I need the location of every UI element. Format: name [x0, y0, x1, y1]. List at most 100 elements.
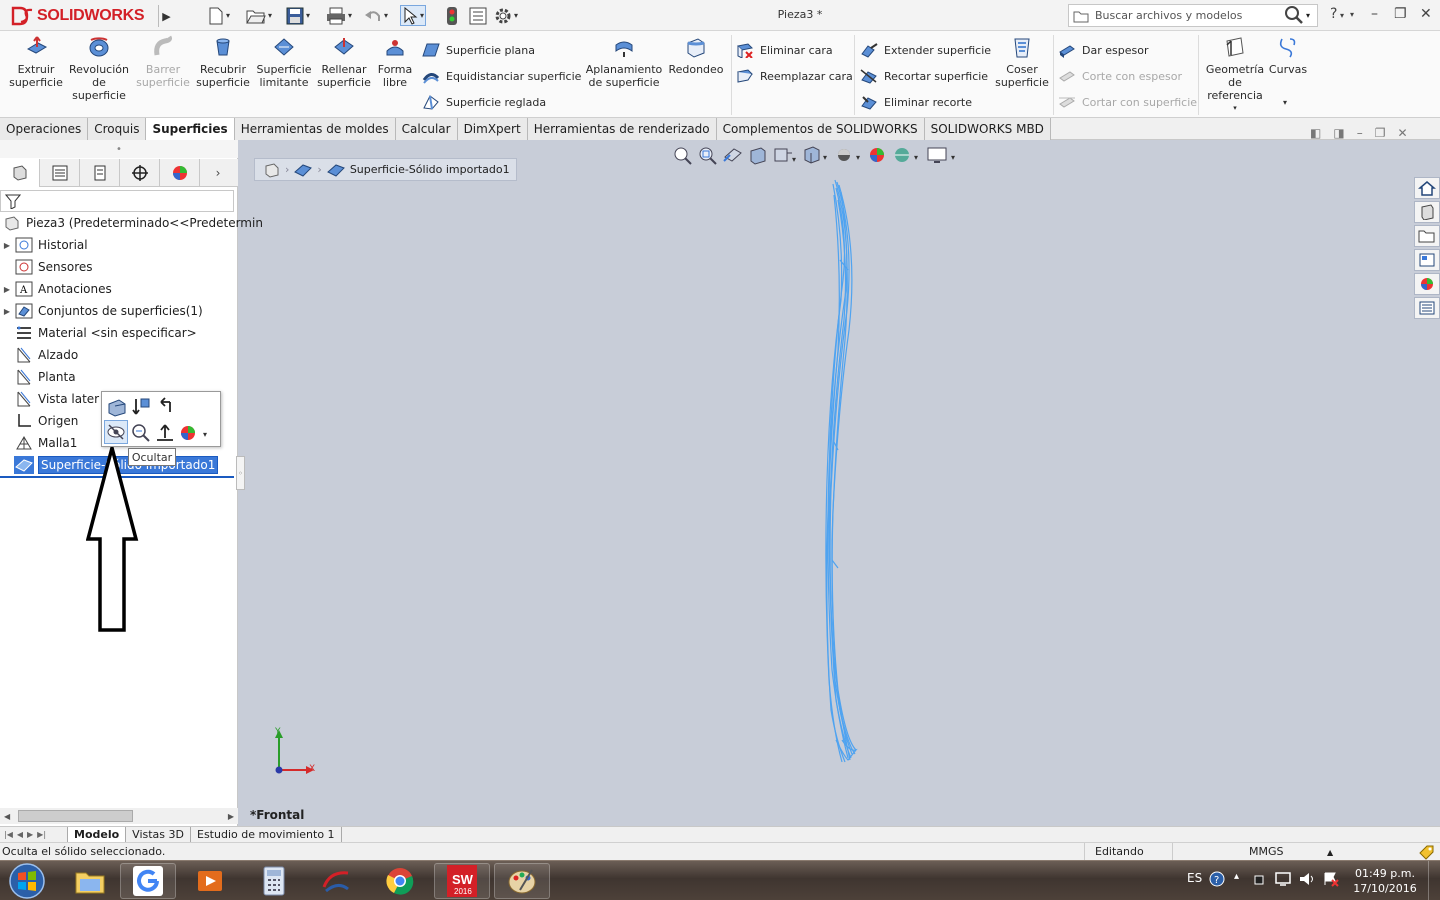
- taskbar-google[interactable]: [120, 863, 176, 899]
- show-desktop-button[interactable]: [1428, 861, 1440, 900]
- minimize-button[interactable]: –: [1371, 6, 1378, 22]
- new-document-button[interactable]: ▾: [208, 5, 230, 26]
- taskbar-calculator[interactable]: [246, 863, 302, 899]
- sweep-surface-button[interactable]: Barrer superficie: [136, 33, 190, 89]
- rollback-icon[interactable]: [154, 396, 176, 418]
- tab-superficies[interactable]: Superficies: [146, 118, 235, 140]
- options-button[interactable]: ▾: [494, 5, 518, 26]
- ribbon-more-arrow-icon[interactable]: ▾: [1283, 98, 1287, 107]
- search-box[interactable]: Buscar archivos y modelos: [1068, 4, 1318, 27]
- surface-cut-button[interactable]: Cortar con superficie: [1058, 91, 1197, 113]
- fillet-button[interactable]: Redondeo: [668, 33, 724, 76]
- apply-scene-icon[interactable]: ▾: [892, 145, 922, 165]
- tree-horizontal-scrollbar[interactable]: ◀ ▶: [0, 808, 238, 824]
- open-button[interactable]: ▾: [246, 5, 272, 26]
- tab-complementos[interactable]: Complementos de SOLIDWORKS: [716, 118, 925, 140]
- file-properties-button[interactable]: [469, 5, 487, 26]
- curves-button[interactable]: Curvas: [1266, 33, 1310, 76]
- taskbar-explorer[interactable]: [62, 863, 118, 899]
- taskbar-solidworks-launcher[interactable]: [308, 863, 364, 899]
- untrim-surface-button[interactable]: Eliminar recorte: [860, 91, 972, 113]
- move-body-icon[interactable]: [130, 396, 152, 418]
- tab-dimxpert[interactable]: DimXpert: [457, 118, 528, 140]
- replace-face-button[interactable]: Reemplazar cara: [736, 65, 853, 87]
- solidworks-logo[interactable]: SOLIDWORKS: [10, 2, 145, 30]
- tree-item-conjuntos-superficies[interactable]: ▶ Conjuntos de superficies(1): [0, 300, 203, 322]
- viewport-close-icon[interactable]: ✕: [1397, 126, 1407, 140]
- displaymanager-tab[interactable]: [160, 159, 200, 187]
- previous-view-icon[interactable]: [722, 145, 744, 165]
- tab-modelo[interactable]: Modelo: [68, 826, 127, 842]
- tray-flag-icon[interactable]: [1254, 875, 1264, 885]
- viewport-restore-icon[interactable]: ❐: [1375, 126, 1386, 140]
- viewport-tile-left-icon[interactable]: ◧: [1310, 126, 1321, 140]
- delete-face-button[interactable]: Eliminar cara: [736, 39, 833, 61]
- taskpane-view-palette-button[interactable]: [1414, 249, 1440, 271]
- restore-button[interactable]: ❐: [1394, 6, 1407, 22]
- tree-item-alzado[interactable]: Alzado: [0, 344, 78, 366]
- scroll-right-icon[interactable]: ▶: [228, 812, 234, 821]
- taskpane-design-library-button[interactable]: [1414, 201, 1440, 223]
- thicken-button[interactable]: Dar espesor: [1058, 39, 1148, 61]
- help-tray-icon[interactable]: ?: [1209, 871, 1225, 887]
- dynamic-annotation-views-icon[interactable]: ▾: [772, 145, 798, 165]
- tab-vistas-3d[interactable]: Vistas 3D: [126, 826, 191, 842]
- tree-filter-field[interactable]: [0, 190, 234, 212]
- language-indicator[interactable]: ES: [1187, 871, 1202, 885]
- expand-arrow-icon[interactable]: ▶: [0, 241, 14, 250]
- volume-icon[interactable]: [1298, 871, 1316, 887]
- windows-start-button[interactable]: [4, 861, 50, 900]
- dimxpertmanager-tab[interactable]: [120, 159, 160, 187]
- panel-grip[interactable]: •: [0, 140, 238, 158]
- next-tab-icon[interactable]: ▶: [27, 830, 33, 839]
- help-button[interactable]: ? ▾: [1330, 6, 1344, 22]
- tree-item-historial[interactable]: ▶ Historial: [0, 234, 88, 256]
- menu-flyout-arrow-icon[interactable]: ▶: [158, 5, 174, 27]
- last-tab-icon[interactable]: ▶|: [37, 830, 46, 839]
- view-settings-icon[interactable]: ▾: [925, 145, 959, 165]
- taskpane-appearances-button[interactable]: [1414, 273, 1440, 295]
- undo-button[interactable]: ▾: [364, 5, 388, 26]
- extend-surface-button[interactable]: Extender superficie: [860, 39, 991, 61]
- action-center-icon[interactable]: [1322, 871, 1340, 887]
- taskbar-solidworks-2016[interactable]: SW 2016: [434, 863, 490, 899]
- tree-item-material[interactable]: Material <sin especificar>: [0, 322, 197, 344]
- breadcrumb[interactable]: › › Superficie-Sólido importado1: [254, 158, 517, 181]
- viewport-minimize-icon[interactable]: –: [1357, 126, 1363, 140]
- viewport-tile-right-icon[interactable]: ◨: [1333, 126, 1344, 140]
- hide-body-button[interactable]: [104, 420, 128, 444]
- prev-tab-icon[interactable]: ◀: [17, 830, 23, 839]
- knit-surface-button[interactable]: Coser superficie: [992, 33, 1052, 89]
- tab-herramientas-de-moldes[interactable]: Herramientas de moldes: [234, 118, 396, 140]
- scrollbar-thumb[interactable]: [18, 810, 133, 822]
- tree-item-vista-lateral[interactable]: Vista later: [0, 388, 99, 410]
- print-button[interactable]: ▾: [326, 5, 352, 26]
- tree-root-part[interactable]: Pieza3 (Predeterminado<<Predetermin: [0, 212, 263, 234]
- rebuild-tag-icon[interactable]: [1418, 844, 1434, 860]
- tab-operaciones[interactable]: Operaciones: [0, 118, 89, 140]
- trim-surface-button[interactable]: Recortar superficie: [860, 65, 988, 87]
- scroll-left-icon[interactable]: ◀: [4, 812, 10, 821]
- taskbar-media-player[interactable]: [182, 863, 238, 899]
- tab-solidworks-mbd[interactable]: SOLIDWORKS MBD: [924, 118, 1051, 140]
- panel-splitter-handle[interactable]: ◦: [236, 456, 245, 490]
- taskpane-file-explorer-button[interactable]: [1414, 225, 1440, 247]
- display-style-icon[interactable]: ▾: [834, 145, 864, 165]
- network-icon[interactable]: [1274, 871, 1292, 887]
- planar-surface-button[interactable]: Superficie plana: [422, 39, 535, 61]
- boundary-surface-button[interactable]: Superficie limitante: [255, 33, 313, 89]
- section-view-icon[interactable]: [747, 145, 769, 165]
- edit-appearance-icon[interactable]: [867, 145, 889, 165]
- fill-surface-button[interactable]: Rellenar superficie: [316, 33, 372, 89]
- view-orientation-icon[interactable]: ▾: [801, 145, 831, 165]
- close-button[interactable]: ✕: [1420, 6, 1432, 22]
- first-tab-icon[interactable]: |◀: [4, 830, 13, 839]
- zoom-to-selection-icon[interactable]: [130, 422, 152, 444]
- tab-croquis[interactable]: Croquis: [88, 118, 147, 140]
- zoom-to-fit-icon[interactable]: [672, 145, 694, 165]
- tab-calcular[interactable]: Calcular: [395, 118, 458, 140]
- taskbar-paint[interactable]: [494, 863, 550, 899]
- revolve-surface-button[interactable]: Revolución de superficie: [68, 33, 130, 102]
- tree-item-sensores[interactable]: Sensores: [0, 256, 93, 278]
- tab-herramientas-de-renderizado[interactable]: Herramientas de renderizado: [527, 118, 717, 140]
